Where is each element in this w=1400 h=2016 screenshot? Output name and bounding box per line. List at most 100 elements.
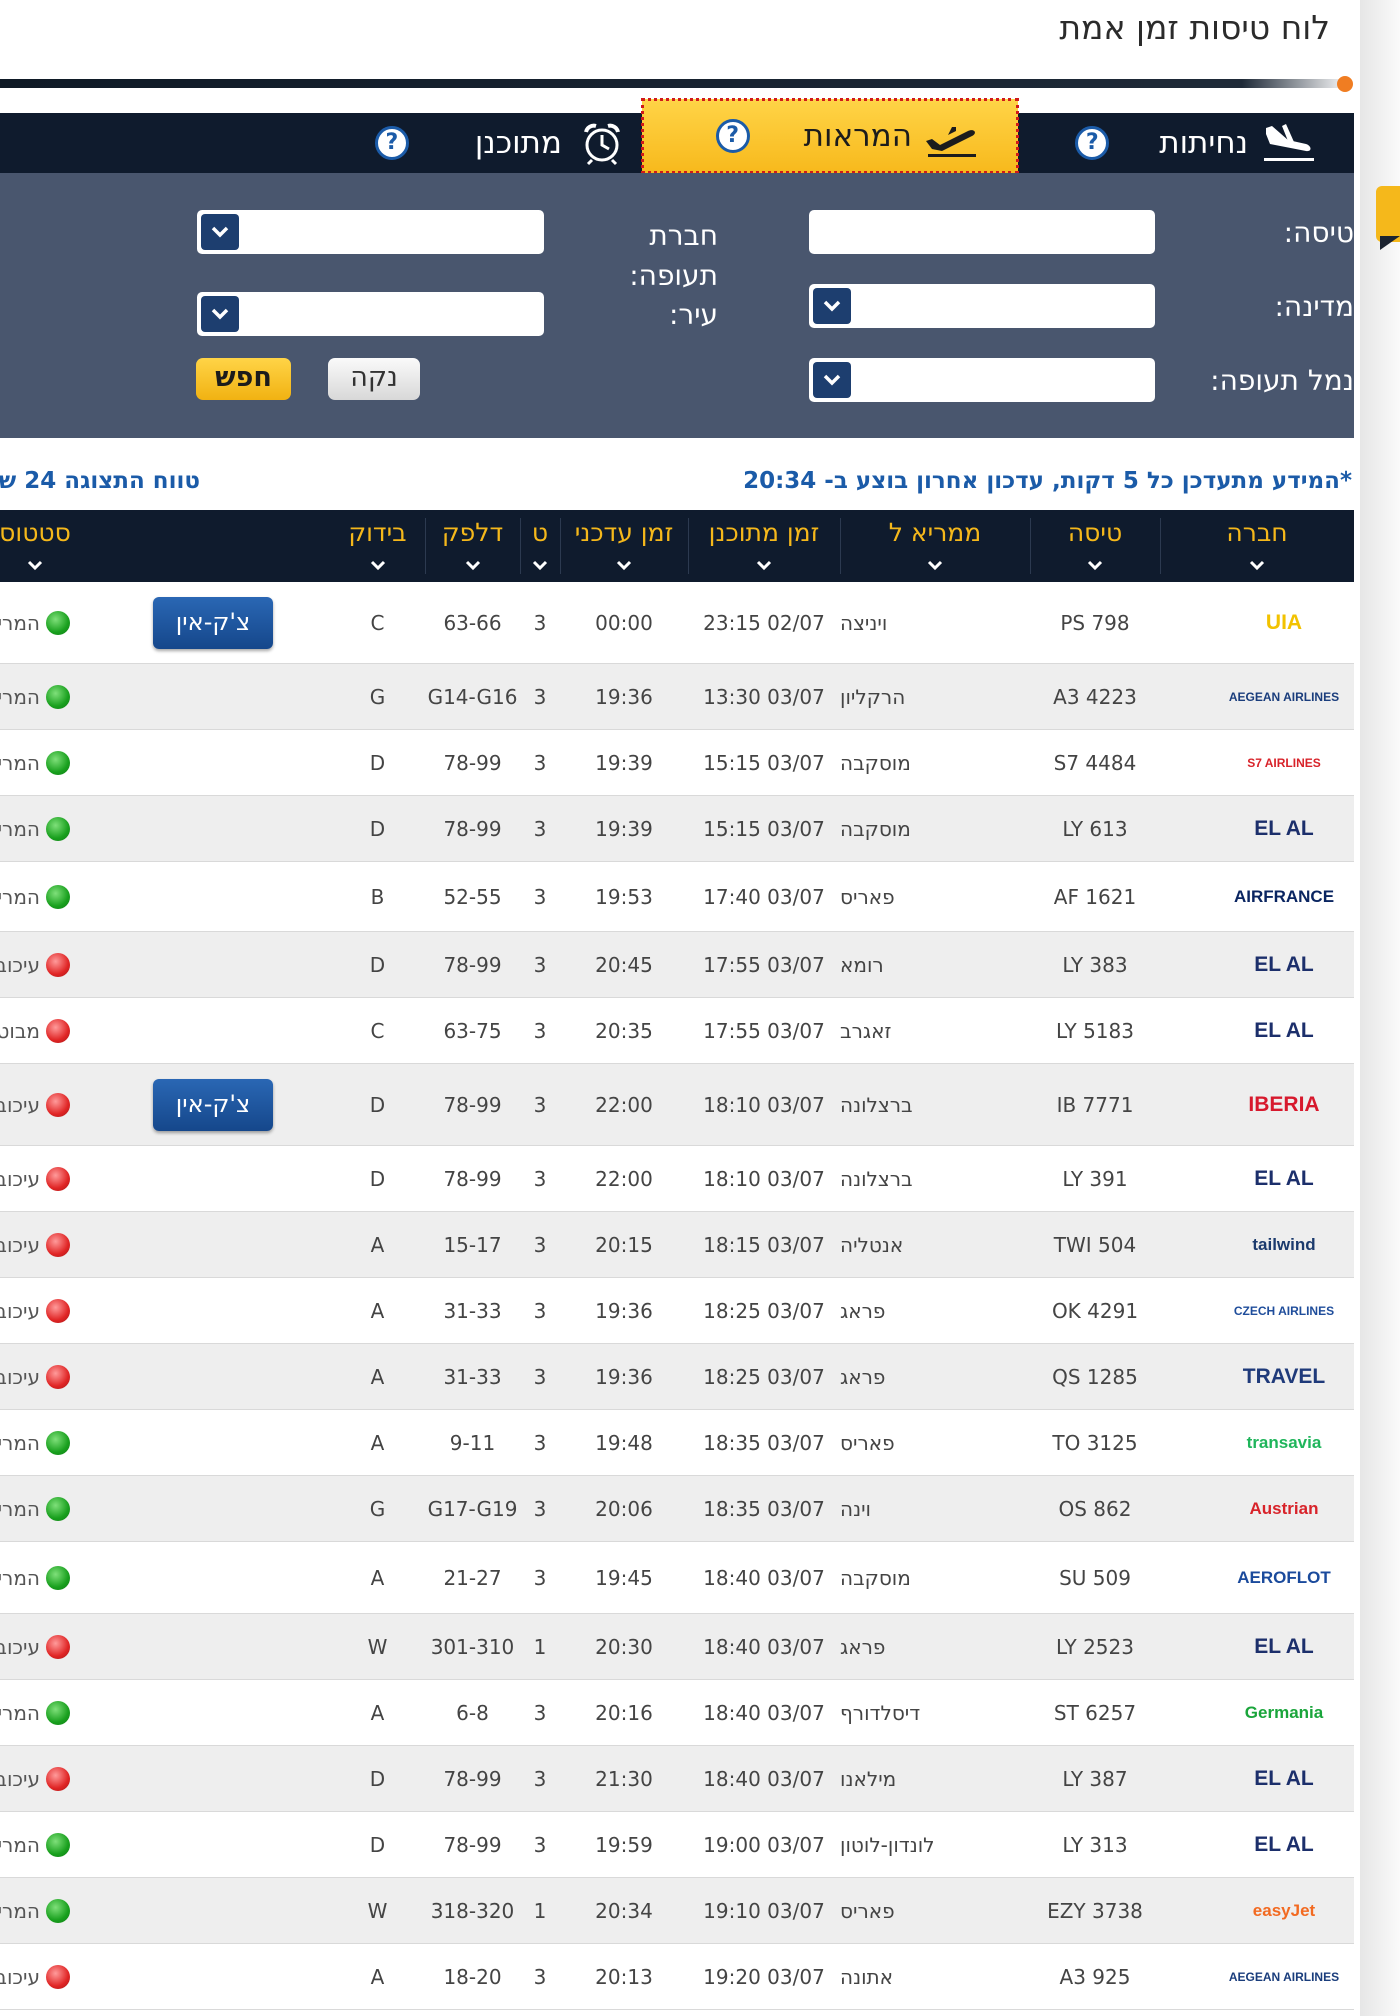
status-text: עיכוב xyxy=(0,1964,40,1989)
table-row[interactable]: S7 AIRLINES S7 4484 מוסקבה 15:15 03/07 19:39… xyxy=(0,730,1354,796)
checkin-button[interactable]: צ'ק-אין xyxy=(153,597,273,649)
table-row[interactable]: EL AL LY 5183 זאגרב 17:55 03/07 20:35 3 63-75 C… xyxy=(0,998,1354,1064)
column-header-flight[interactable]: טיסה xyxy=(1030,510,1160,582)
cell-counter: 63-75 xyxy=(443,1018,502,1043)
chevron-down-icon[interactable] xyxy=(813,362,851,398)
status-text: המריא xyxy=(0,1565,40,1590)
column-header-counter[interactable]: דלפק xyxy=(425,510,520,582)
country-select[interactable] xyxy=(809,284,1155,328)
table-row[interactable]: Austrian OS 862 וינה 18:35 03/07 20:06 3 G17-G… xyxy=(0,1476,1354,1542)
help-icon[interactable]: ? xyxy=(374,126,409,160)
status-text: עיכוב xyxy=(0,1766,40,1791)
cell-upd: 19:39 xyxy=(595,816,653,841)
table-row[interactable]: IBERIA IB 7771 ברצלונה 18:10 03/07 22:00 3 78-… xyxy=(0,1064,1354,1146)
table-row[interactable]: TRAVEL QS 1285 פראג 18:25 03/07 19:36 3 31-33 A… xyxy=(0,1344,1354,1410)
table-row[interactable]: EL AL LY 387 מילאנו 18:40 03/07 21:30 3 78-99 D… xyxy=(0,1746,1354,1812)
cell-check: C xyxy=(370,610,385,635)
column-header-checkin[interactable]: בידוק xyxy=(330,510,425,582)
cell-dest: פראג xyxy=(840,1364,886,1389)
tab-departures[interactable]: המראות ? xyxy=(641,98,1019,174)
cell-dest: זאגרב xyxy=(840,1018,892,1043)
cell-upd: 20:16 xyxy=(595,1700,653,1725)
tab-landings[interactable]: נחיתות ? xyxy=(1010,113,1354,173)
chevron-down-icon xyxy=(27,560,43,571)
table-row[interactable]: tailwind TWI 504 אנטליה 18:15 03/07 20:15 3 15… xyxy=(0,1212,1354,1278)
status-text: עיכוב xyxy=(0,1092,40,1117)
cell-check: W xyxy=(367,1634,388,1659)
cell-dest: ויניצה xyxy=(840,610,888,635)
cell-counter: 31-33 xyxy=(443,1298,502,1323)
cell-term: 3 xyxy=(533,1364,547,1389)
cell-counter: 31-33 xyxy=(443,1364,502,1389)
column-header-scheduled[interactable]: זמן מתוכנן xyxy=(688,510,840,582)
checkin-button[interactable]: צ'ק-אין xyxy=(153,1079,273,1131)
status-cell: עיכוב xyxy=(0,1146,70,1211)
table-row[interactable]: AEGEAN AIRLINES A3 925 אתונה 19:20 03/07 20:… xyxy=(0,1944,1354,2010)
column-divider xyxy=(560,518,561,574)
column-header-status[interactable]: סטטוס xyxy=(0,510,100,582)
cell-sched: 18:10 03/07 xyxy=(703,1166,825,1191)
airline-logo: Germania xyxy=(1244,1703,1324,1722)
airport-terminal-select[interactable] xyxy=(809,358,1155,402)
table-row[interactable]: AEROFLOT SU 509 מוסקבה 18:40 03/07 19:45 3 21-… xyxy=(0,1542,1354,1614)
chevron-down-icon[interactable] xyxy=(201,296,239,332)
chevron-down-icon[interactable] xyxy=(201,214,239,250)
flight-input[interactable] xyxy=(809,210,1155,254)
table-row[interactable]: EL AL LY 2523 פראג 18:40 03/07 20:30 1 301-310… xyxy=(0,1614,1354,1680)
cell-counter: 6-8 xyxy=(456,1700,489,1725)
cell-dest: מוסקבה xyxy=(840,816,911,841)
cell-counter: 9-11 xyxy=(449,1430,496,1455)
table-row[interactable]: Germania ST 6257 דיסלדורף 18:40 03/07 20:16 3… xyxy=(0,1680,1354,1746)
cell-check: W xyxy=(367,1898,388,1923)
airline-logo: EL AL xyxy=(1254,817,1314,840)
table-row[interactable]: EL AL LY 613 מוסקבה 15:15 03/07 19:39 3 78-99 D… xyxy=(0,796,1354,862)
help-icon[interactable]: ? xyxy=(1075,126,1110,160)
table-row[interactable]: easyJet EZY 3738 פאריס 19:10 03/07 20:34 1 318… xyxy=(0,1878,1354,1944)
flight-board-page: לוח טיסות זמן אמת נחיתות ? המראות ? מתוכ… xyxy=(0,0,1400,2016)
column-header-airline[interactable]: חברה xyxy=(1160,510,1354,582)
tab-planned[interactable]: מתוכנן ? xyxy=(330,113,640,173)
side-tab-handle[interactable] xyxy=(1376,186,1400,250)
help-icon[interactable]: ? xyxy=(715,119,750,153)
airline-select[interactable] xyxy=(197,210,544,254)
table-header: חברה טיסה ממריא ל זמן מתוכנן זמן עדכני ט… xyxy=(0,510,1354,582)
cell-check: A xyxy=(370,1430,385,1455)
column-header-updated[interactable]: זמן עדכני xyxy=(560,510,688,582)
cell-check: D xyxy=(369,1166,386,1191)
status-cell: המריא xyxy=(0,730,70,795)
search-button[interactable]: חפש xyxy=(196,358,291,400)
cell-sched: 18:35 03/07 xyxy=(703,1430,825,1455)
cell-upd: 19:36 xyxy=(595,1364,653,1389)
cell-upd: 21:30 xyxy=(595,1766,653,1791)
cell-sched: 18:35 03/07 xyxy=(703,1496,825,1521)
clear-button[interactable]: נקה xyxy=(328,358,420,400)
status-text: עיכוב xyxy=(0,952,40,977)
table-row[interactable]: AIRFRANCE AF 1621 פאריס 17:40 03/07 19:53 3 52… xyxy=(0,862,1354,932)
table-row[interactable]: EL AL LY 383 רומא 17:55 03/07 20:45 3 78-99 D עי… xyxy=(0,932,1354,998)
column-header-destination[interactable]: ממריא ל xyxy=(840,510,1030,582)
column-header-terminal[interactable]: ט xyxy=(520,510,560,582)
table-row[interactable]: AEGEAN AIRLINES A3 4223 הרקליון 13:30 03/07… xyxy=(0,664,1354,730)
status-cell: עיכוב xyxy=(0,1064,70,1145)
cell-dest: פאריס xyxy=(840,1430,895,1455)
chevron-down-icon xyxy=(465,560,480,571)
table-row[interactable]: EL AL LY 391 ברצלונה 18:10 03/07 22:00 3 78-99… xyxy=(0,1146,1354,1212)
cell-dest: וינה xyxy=(840,1496,871,1521)
table-row[interactable]: CZECH AIRLINES OK 4291 פראג 18:25 03/07 19:3… xyxy=(0,1278,1354,1344)
cell-counter: 15-17 xyxy=(443,1232,502,1257)
cell-sched: 15:15 03/07 xyxy=(703,816,825,841)
cell-sched: 13:30 03/07 xyxy=(703,684,825,709)
cell-flight: AF 1621 xyxy=(1053,884,1137,909)
airline-logo: AIRFRANCE xyxy=(1233,887,1335,906)
table-row[interactable]: UIA PS 798 ויניצה 23:15 02/07 00:00 3 63-66 C צ'… xyxy=(0,582,1354,664)
cell-upd: 19:53 xyxy=(595,884,653,909)
cell-check: A xyxy=(370,1298,385,1323)
city-select[interactable] xyxy=(197,292,544,336)
table-row[interactable]: transavia TO 3125 פאריס 18:35 03/07 19:48 3 9-… xyxy=(0,1410,1354,1476)
chevron-down-icon[interactable] xyxy=(813,288,851,324)
cell-upd: 20:34 xyxy=(595,1898,653,1923)
status-green-dot-icon xyxy=(46,1430,70,1455)
cell-upd: 19:59 xyxy=(595,1832,653,1857)
table-row[interactable]: EL AL LY 313 לונדון-לוטון 19:00 03/07 19:59 3… xyxy=(0,1812,1354,1878)
status-text: עיכוב xyxy=(0,1166,40,1191)
